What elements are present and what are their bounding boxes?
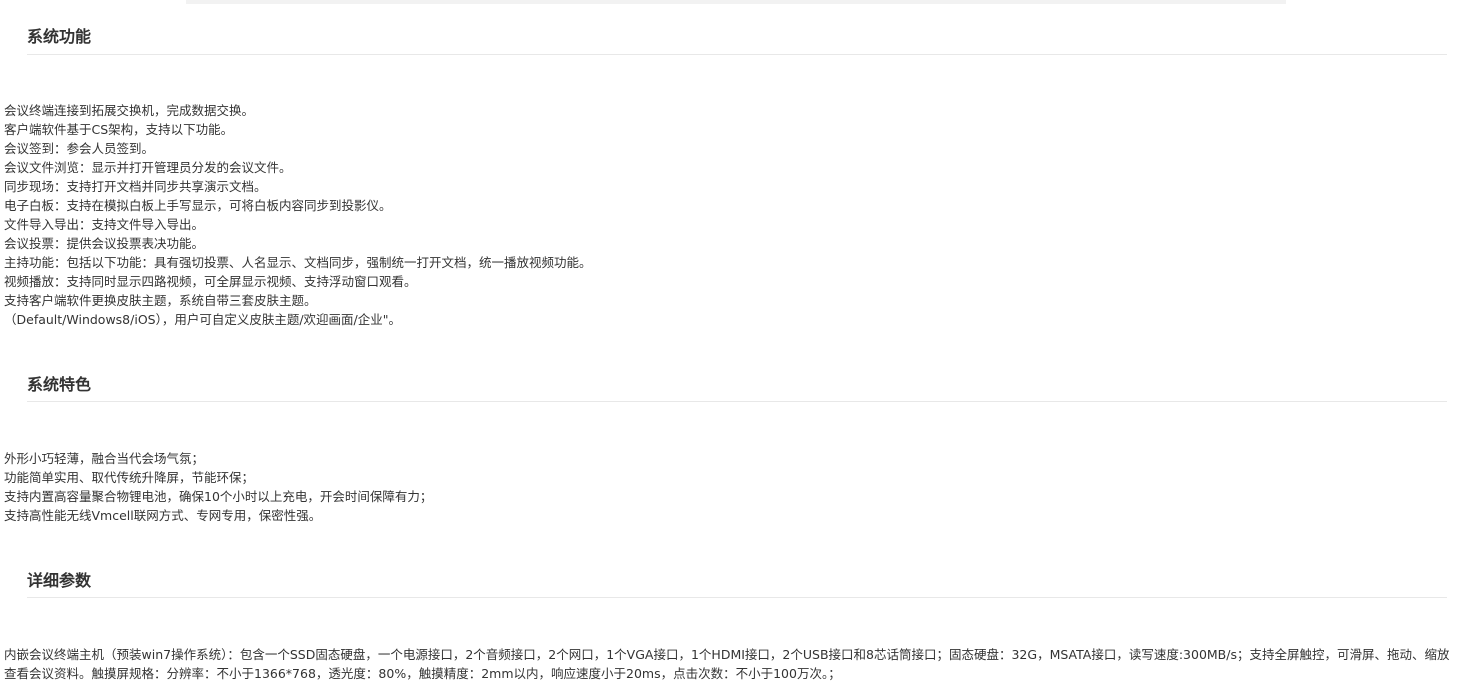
feature-line: 视频播放：支持同时显示四路视频，可全屏显示视频、支持浮动窗口观看。 (4, 274, 417, 289)
feature-line: 同步现场：支持打开文档并同步共享演示文档。 (4, 179, 267, 194)
parameters-text: 内嵌会议终端主机（预装win7操作系统）：包含一个SSD固态硬盘，一个电源接口，… (4, 647, 1450, 681)
feature-line: （Default/Windows8/iOS），用户可自定义皮肤主题/欢迎画面/企… (4, 312, 402, 327)
characteristic-line: 支持高性能无线Vmcell联网方式、专网专用，保密性强。 (4, 508, 322, 523)
characteristics-list: 外形小巧轻薄，融合当代会场气氛； 功能简单实用、取代传统升降屏，节能环保； 支持内置… (4, 449, 432, 525)
feature-line: 会议投票：提供会议投票表决功能。 (4, 236, 205, 251)
feature-line: 会议签到：参会人员签到。 (4, 141, 155, 156)
top-divider-strip (186, 0, 1286, 4)
section-title-characteristics: 系统特色 (27, 375, 92, 394)
feature-line: 电子白板：支持在模拟白板上手写显示，可将白板内容同步到投影仪。 (4, 198, 392, 213)
characteristic-line: 支持内置高容量聚合物锂电池，确保10个小时以上充电，开会时间保障有力； (4, 489, 433, 504)
feature-line: 文件导入导出：支持文件导入导出。 (4, 217, 205, 232)
feature-line: 会议终端连接到拓展交换机，完成数据交换。 (4, 103, 255, 118)
features-list: 会议终端连接到拓展交换机，完成数据交换。 客户端软件基于CS架构，支持以下功能。会… (4, 101, 592, 329)
section-title-parameters: 详细参数 (27, 571, 92, 590)
section-title-features: 系统功能 (27, 27, 92, 46)
characteristic-line: 功能简单实用、取代传统升降屏，节能环保； (4, 470, 255, 485)
feature-line: 支持客户端软件更换皮肤主题，系统自带三套皮肤主题。 (4, 293, 317, 308)
feature-line: 会议文件浏览：显示并打开管理员分发的会议文件。 (4, 160, 292, 175)
feature-line: 主持功能：包括以下功能：具有强切投票、人名显示、文档同步，强制统一打开文档，统一… (4, 255, 592, 270)
feature-line: 客户端软件基于CS架构，支持以下功能。 (4, 122, 234, 137)
section-divider-characteristics (27, 401, 1447, 402)
section-divider-parameters (27, 597, 1447, 598)
section-divider-features (27, 54, 1447, 55)
characteristic-line: 外形小巧轻薄，融合当代会场气氛； (4, 451, 205, 466)
